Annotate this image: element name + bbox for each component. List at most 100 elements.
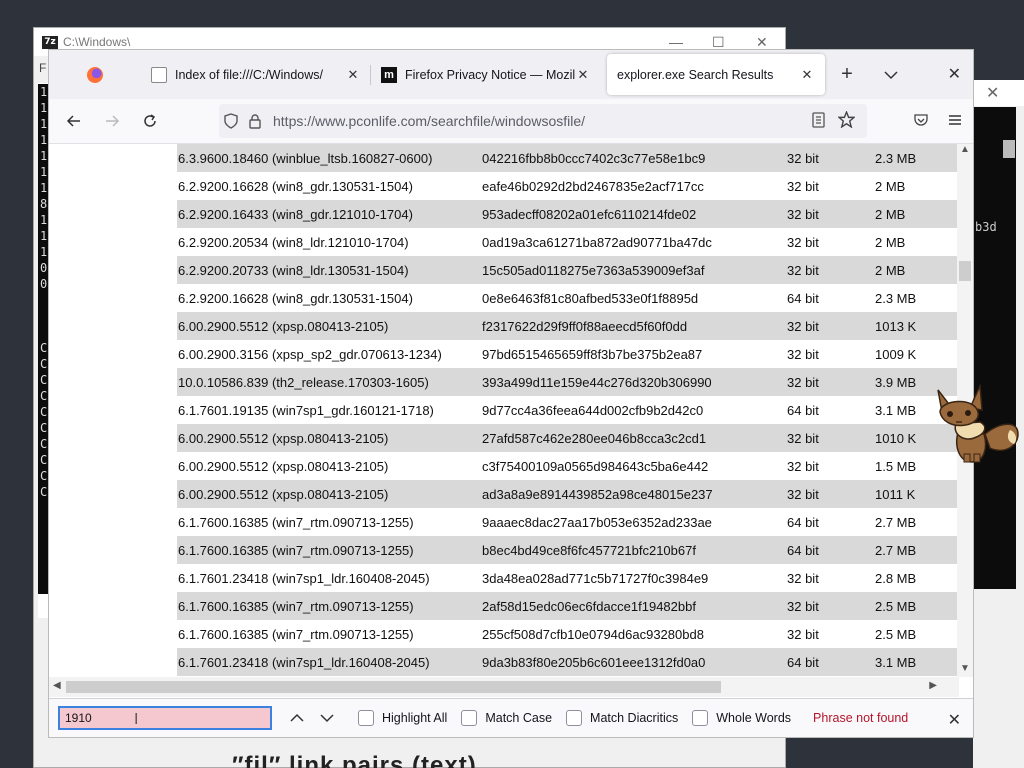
close-tab-icon[interactable]: ✕ — [345, 67, 361, 83]
close-icon[interactable]: ✕ — [986, 83, 999, 103]
back-button[interactable] — [55, 105, 93, 137]
bitness-cell: 64 bit — [787, 514, 819, 530]
checkbox-box[interactable] — [461, 710, 478, 726]
close-find-bar-icon[interactable]: ✕ — [948, 710, 961, 730]
file-version-cell: 6.1.7600.16385 (win7_rtm.090713-1255) — [178, 626, 414, 642]
highlight-all-checkbox[interactable]: Highlight All — [358, 710, 447, 726]
find-next-button[interactable] — [312, 713, 342, 723]
bookmark-star-icon[interactable] — [837, 110, 856, 131]
menu-icon[interactable] — [947, 112, 963, 131]
bitness-cell: 32 bit — [787, 262, 819, 278]
mozilla-icon: m — [381, 66, 397, 83]
desktop-pet-icon[interactable] — [930, 382, 1020, 466]
bitness-cell: 32 bit — [787, 234, 819, 250]
checkbox-box[interactable] — [692, 710, 709, 726]
minimize-icon[interactable]: — — [669, 34, 683, 50]
scroll-up-icon[interactable]: ▲ — [957, 144, 973, 158]
bitness-cell: 32 bit — [787, 374, 819, 390]
forward-button[interactable] — [93, 105, 131, 137]
lock-icon[interactable] — [243, 113, 267, 129]
table-row: 6.1.7601.23418 (win7sp1_ldr.160408-2045)… — [177, 564, 958, 592]
table-row: 6.00.2900.5512 (xpsp.080413-2105) c3f7540… — [177, 452, 958, 480]
scroll-down-icon[interactable]: ▼ — [957, 663, 973, 677]
table-row: 6.2.9200.20733 (win8_ldr.130531-1504) 15c… — [177, 256, 958, 284]
close-tab-icon[interactable]: ✕ — [799, 67, 815, 83]
file-size-cell: 2 MB — [875, 234, 906, 250]
md5-cell: 9da3b83f80e205b6c601eee1312fd0a0 — [482, 654, 706, 670]
file-size-cell: 2.3 MB — [875, 150, 917, 166]
bitness-cell: 64 bit — [787, 654, 819, 670]
md5-cell: 3da48ea028ad771c5b71727f0c3984e9 — [482, 570, 709, 586]
chevron-up-icon — [290, 713, 304, 722]
results-table: 6.3.9600.18460 (winblue_ltsb.160827-0600… — [177, 144, 958, 676]
document-icon — [151, 66, 167, 83]
right-console — [973, 107, 1016, 589]
scrollbar-thumb[interactable] — [959, 261, 971, 281]
table-row: 6.1.7600.16385 (win7_rtm.090713-1255) 9aa… — [177, 508, 958, 536]
file-version-cell: 6.00.2900.5512 (xpsp.080413-2105) — [178, 430, 389, 446]
tab-label: Index of file:///C:/Windows/ — [175, 67, 323, 82]
bitness-cell: 64 bit — [787, 542, 819, 558]
scrollbar-thumb[interactable] — [1003, 140, 1015, 158]
find-input[interactable]: 1910 I — [58, 706, 272, 730]
md5-cell: 255cf508d7cfb10e0794d6ac93280bd8 — [482, 626, 704, 642]
page-content: 6.3.9600.18460 (winblue_ltsb.160827-0600… — [49, 144, 959, 677]
scroll-right-icon[interactable]: ▶ — [929, 680, 937, 691]
table-row: 6.00.2900.5512 (xpsp.080413-2105) 27afd58… — [177, 424, 958, 452]
find-input-value: 1910 — [65, 711, 92, 725]
bitness-cell: 32 bit — [787, 626, 819, 642]
reader-view-icon[interactable] — [811, 111, 827, 131]
file-version-cell: 6.00.2900.5512 (xpsp.080413-2105) — [178, 486, 389, 502]
table-row: 6.2.9200.16433 (win8_gdr.121010-1704) 953… — [177, 200, 958, 228]
firefox-window: Index of file:///C:/Windows/ ✕ m Firefox… — [48, 49, 974, 738]
file-version-cell: 6.1.7601.23418 (win7sp1_ldr.160408-2045) — [178, 654, 430, 670]
tab-privacy-notice[interactable]: m Firefox Privacy Notice — Mozilla ✕ — [371, 50, 601, 99]
close-window-icon[interactable]: ✕ — [948, 64, 961, 84]
bitness-cell: 32 bit — [787, 486, 819, 502]
find-previous-button[interactable] — [282, 713, 312, 723]
url-bar[interactable]: https://www.pconlife.com/searchfile/wind… — [219, 104, 867, 138]
file-version-cell: 6.2.9200.16628 (win8_gdr.130531-1504) — [178, 290, 413, 306]
text-cursor-icon: I — [134, 710, 139, 728]
whole-words-checkbox[interactable]: Whole Words — [692, 710, 791, 726]
table-row: 6.1.7600.16385 (win7_rtm.090713-1255) 2af… — [177, 592, 958, 620]
file-version-cell: 6.1.7601.23418 (win7sp1_ldr.160408-2045) — [178, 570, 430, 586]
table-row: 6.3.9600.18460 (winblue_ltsb.160827-0600… — [177, 144, 958, 172]
checkbox-label: Match Diacritics — [590, 711, 679, 725]
match-case-checkbox[interactable]: Match Case — [461, 710, 552, 726]
list-all-tabs-button[interactable] — [869, 50, 913, 99]
checkbox-box[interactable] — [358, 710, 374, 726]
tab-index-of-file[interactable]: Index of file:///C:/Windows/ ✕ — [141, 50, 371, 99]
table-row: 10.0.10586.839 (th2_release.170303-1605)… — [177, 368, 958, 396]
file-size-cell: 2.5 MB — [875, 598, 917, 614]
checkbox-box[interactable] — [566, 710, 583, 726]
tab-label: explorer.exe Search Results — [617, 67, 774, 82]
file-version-cell: 6.00.2900.5512 (xpsp.080413-2105) — [178, 458, 389, 474]
reload-button[interactable] — [131, 105, 169, 137]
md5-cell: 953adecff08202a01efc6110214fde02 — [482, 206, 697, 222]
pocket-icon[interactable] — [913, 112, 929, 131]
scroll-left-icon[interactable]: ◀ — [53, 680, 61, 691]
find-status: Phrase not found — [813, 711, 909, 725]
md5-cell: f2317622d29f9ff0f88aeecd5f60f0dd — [482, 318, 688, 334]
bitness-cell: 32 bit — [787, 346, 819, 362]
file-version-cell: 6.1.7600.16385 (win7_rtm.090713-1255) — [178, 514, 414, 530]
tab-search-results[interactable]: explorer.exe Search Results ✕ — [607, 54, 825, 95]
firefox-view-button[interactable] — [49, 50, 141, 99]
md5-cell: eafe46b0292d2bd2467835e2acf717cc — [482, 178, 704, 194]
sevenzip-menu-file[interactable]: F — [39, 61, 46, 75]
scrollbar-thumb[interactable] — [66, 681, 721, 693]
file-version-cell: 6.2.9200.16628 (win8_gdr.130531-1504) — [178, 178, 413, 194]
tracking-protection-icon[interactable] — [219, 113, 243, 129]
bitness-cell: 32 bit — [787, 570, 819, 586]
horizontal-scrollbar[interactable]: ◀ ▶ — [49, 677, 959, 697]
file-version-cell: 6.2.9200.16433 (win8_gdr.121010-1704) — [178, 206, 413, 222]
md5-cell: 042216fbb8b0ccc7402c3c77e58e1bc9 — [482, 150, 706, 166]
md5-cell: 27afd587c462e280ee046b8cca3c2cd1 — [482, 430, 707, 446]
file-version-cell: 6.3.9600.18460 (winblue_ltsb.160827-0600… — [178, 150, 433, 166]
new-tab-button[interactable]: + — [825, 50, 869, 99]
match-diacritics-checkbox[interactable]: Match Diacritics — [566, 710, 678, 726]
md5-cell: 9aaaec8dac27aa17b053e6352ad233ae — [482, 514, 712, 530]
file-version-cell: 6.1.7601.19135 (win7sp1_gdr.160121-1718) — [178, 402, 434, 418]
close-tab-icon[interactable]: ✕ — [575, 67, 591, 83]
